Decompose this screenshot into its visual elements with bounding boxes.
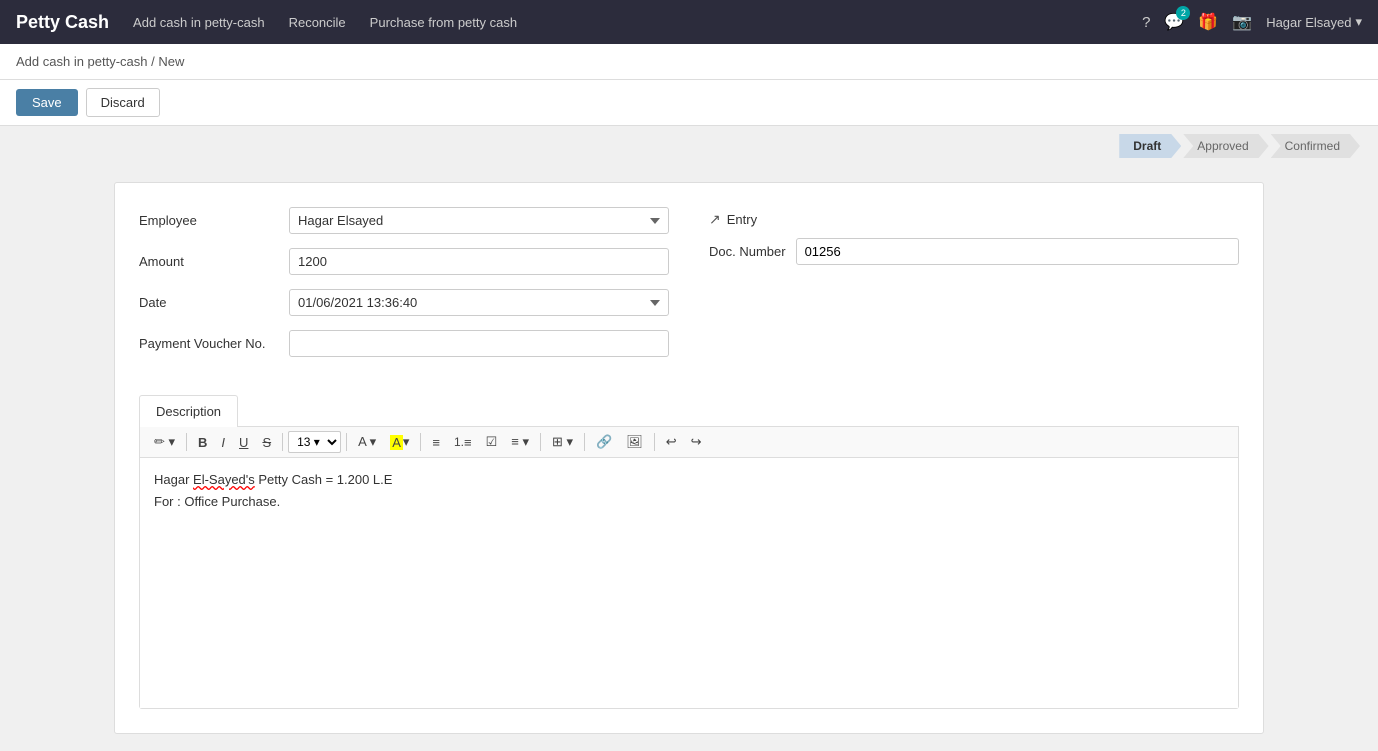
doc-number-label: Doc. Number xyxy=(709,244,786,259)
topnav-right: ? 💬 2 🎁 📷 Hagar Elsayed ▾ xyxy=(1142,12,1362,32)
form-right: ↗ Entry Doc. Number xyxy=(709,207,1239,371)
toolbar-redo-btn[interactable]: ↪ xyxy=(685,431,708,453)
entry-doc-row: Doc. Number xyxy=(709,238,1239,265)
toolbar-table-btn[interactable]: ⊞ ▾ xyxy=(546,431,579,453)
toolbar-fontsize-select[interactable]: 13 ▾ xyxy=(288,431,341,453)
employee-label: Employee xyxy=(139,213,289,228)
nav-reconcile[interactable]: Reconcile xyxy=(289,15,346,30)
status-bar: Draft Approved Confirmed xyxy=(0,126,1378,166)
app-title: Petty Cash xyxy=(16,12,109,33)
toolbar-strikethrough-btn[interactable]: S xyxy=(256,432,277,453)
gift-icon[interactable]: 🎁 xyxy=(1198,12,1218,32)
payment-voucher-label: Payment Voucher No. xyxy=(139,336,289,351)
payment-voucher-input[interactable] xyxy=(289,330,669,357)
toolbar-link-btn[interactable]: 🔗 xyxy=(590,431,618,453)
editor-line-1: Hagar El-Sayed's Petty Cash = 1.200 L.E xyxy=(154,470,1224,490)
discard-button[interactable]: Discard xyxy=(86,88,160,117)
doc-number-input[interactable] xyxy=(796,238,1239,265)
divider-7 xyxy=(654,433,655,451)
action-bar: Save Discard xyxy=(0,80,1378,126)
editor-line-2: For : Office Purchase. xyxy=(154,492,1224,512)
employee-select[interactable]: Hagar Elsayed xyxy=(289,207,669,234)
user-name: Hagar Elsayed xyxy=(1266,15,1351,30)
entry-title: Entry xyxy=(727,212,757,227)
camera-icon[interactable]: 📷 xyxy=(1232,12,1252,32)
amount-label: Amount xyxy=(139,254,289,269)
divider-4 xyxy=(420,433,421,451)
description-section: Description ✏ ▾ B I U S 13 ▾ A ▾ xyxy=(139,395,1239,709)
editor-wrapper: ✏ ▾ B I U S 13 ▾ A ▾ A ▾ ≡ xyxy=(139,427,1239,709)
toolbar-image-btn[interactable]: 🖼 xyxy=(620,431,649,453)
toolbar-ordered-list-btn[interactable]: 1.≡ xyxy=(448,432,478,453)
help-icon[interactable]: ? xyxy=(1142,14,1150,31)
toolbar-highlight-btn[interactable]: A ▾ xyxy=(384,431,415,453)
nav-links: Add cash in petty-cash Reconcile Purchas… xyxy=(133,15,1142,30)
messages-badge: 2 xyxy=(1176,6,1190,20)
date-group: Date 01/06/2021 13:36:40 xyxy=(139,289,669,316)
status-draft[interactable]: Draft xyxy=(1119,134,1181,158)
divider-1 xyxy=(186,433,187,451)
user-menu[interactable]: Hagar Elsayed ▾ xyxy=(1266,14,1362,30)
form-left: Employee Hagar Elsayed Amount Date 01/06… xyxy=(139,207,669,371)
toolbar-underline-btn[interactable]: U xyxy=(233,432,254,453)
status-steps: Draft Approved Confirmed xyxy=(1119,134,1362,158)
toolbar-bold-btn[interactable]: B xyxy=(192,432,213,453)
entry-section: ↗ Entry Doc. Number xyxy=(709,207,1239,265)
status-confirmed[interactable]: Confirmed xyxy=(1271,134,1360,158)
form-card: Employee Hagar Elsayed Amount Date 01/06… xyxy=(114,182,1264,734)
employee-group: Employee Hagar Elsayed xyxy=(139,207,669,234)
amount-input[interactable] xyxy=(289,248,669,275)
toolbar-undo-btn[interactable]: ↩ xyxy=(660,431,683,453)
topnav: Petty Cash Add cash in petty-cash Reconc… xyxy=(0,0,1378,44)
toolbar-italic-btn[interactable]: I xyxy=(215,432,231,453)
divider-2 xyxy=(282,433,283,451)
status-approved[interactable]: Approved xyxy=(1183,134,1268,158)
amount-group: Amount xyxy=(139,248,669,275)
user-dropdown-icon: ▾ xyxy=(1355,14,1362,30)
nav-add-cash[interactable]: Add cash in petty-cash xyxy=(133,15,265,30)
toolbar-align-btn[interactable]: ≡ ▾ xyxy=(505,431,535,453)
divider-5 xyxy=(540,433,541,451)
tab-description[interactable]: Description xyxy=(139,395,238,427)
editor-toolbar: ✏ ▾ B I U S 13 ▾ A ▾ A ▾ ≡ xyxy=(140,427,1238,458)
form-grid: Employee Hagar Elsayed Amount Date 01/06… xyxy=(139,207,1239,371)
breadcrumb-text: Add cash in petty-cash / New xyxy=(16,54,184,69)
page-content: Employee Hagar Elsayed Amount Date 01/06… xyxy=(0,166,1378,750)
save-button[interactable]: Save xyxy=(16,89,78,116)
tab-bar: Description xyxy=(139,395,1239,427)
editor-word-elsayeds: El-Sayed's xyxy=(193,472,255,487)
entry-header: ↗ Entry xyxy=(709,211,1239,228)
toolbar-format-btn[interactable]: ✏ ▾ xyxy=(148,431,181,453)
breadcrumb: Add cash in petty-cash / New xyxy=(0,44,1378,80)
divider-6 xyxy=(584,433,585,451)
messages-icon[interactable]: 💬 2 xyxy=(1164,12,1184,32)
toolbar-bullet-list-btn[interactable]: ≡ xyxy=(426,432,446,453)
date-input[interactable]: 01/06/2021 13:36:40 xyxy=(289,289,669,316)
toolbar-fontcolor-btn[interactable]: A ▾ xyxy=(352,431,382,453)
payment-voucher-group: Payment Voucher No. xyxy=(139,330,669,357)
nav-purchase[interactable]: Purchase from petty cash xyxy=(370,15,517,30)
editor-content[interactable]: Hagar El-Sayed's Petty Cash = 1.200 L.E … xyxy=(140,458,1238,708)
divider-3 xyxy=(346,433,347,451)
date-label: Date xyxy=(139,295,289,310)
entry-external-link-icon[interactable]: ↗ xyxy=(709,211,721,228)
toolbar-checklist-btn[interactable]: ☑ xyxy=(480,431,504,453)
